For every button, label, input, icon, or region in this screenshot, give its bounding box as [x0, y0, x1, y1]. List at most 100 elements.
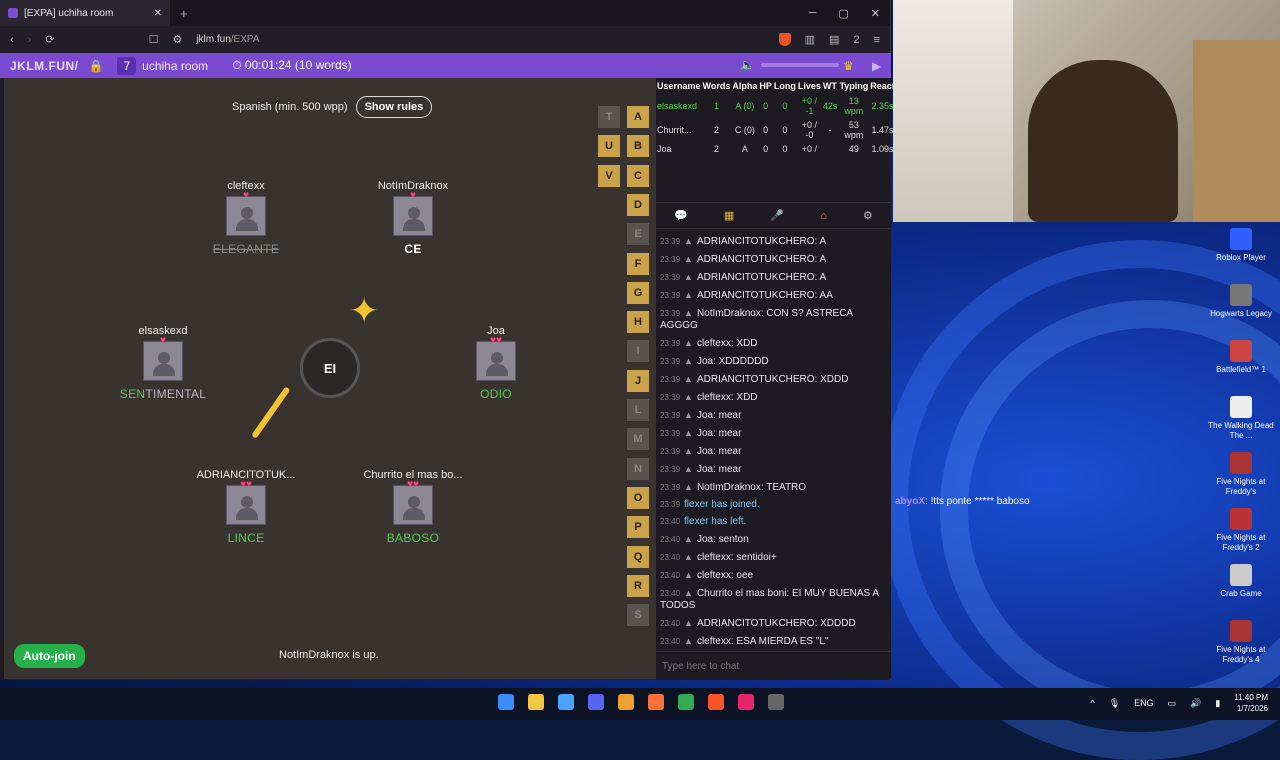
- auto-join-button[interactable]: Auto-join: [14, 644, 85, 668]
- minimize-button[interactable]: ─: [809, 7, 817, 20]
- chat-message: 23:40 ▲ ADRIANCITOTUKCHERO: XDDDD: [660, 618, 856, 629]
- crown-icon[interactable]: ♛: [843, 59, 854, 73]
- player-word: BABOSO: [386, 531, 440, 545]
- table-cell: 13 wpm: [844, 96, 864, 116]
- tab-bar: [EXPA] uchiha room ✕ + ─ ▢ ✕: [0, 0, 890, 26]
- language-indicator[interactable]: ENG: [1134, 698, 1154, 708]
- file-explorer-icon[interactable]: [528, 694, 544, 710]
- bookmark-icon[interactable]: ☐: [149, 33, 159, 46]
- menu-icon[interactable]: ≡: [874, 34, 880, 46]
- chat-message: 23:39 ▲ ADRIANCITOTUKCHERO: AA: [660, 290, 833, 301]
- game-header: JKLM.FUN/ 🔒 7 uchiha room ⏱ 00:01:24 (10…: [0, 53, 891, 78]
- firefox-icon[interactable]: [648, 694, 664, 710]
- volume-slider[interactable]: [760, 63, 839, 67]
- table-cell: 49: [848, 144, 859, 154]
- spark-icon: ✦: [349, 290, 380, 331]
- chat-tab-icon[interactable]: 💬: [674, 209, 688, 222]
- reload-icon[interactable]: ⟳: [45, 33, 54, 46]
- chat-message: 23:39 ▲ ADRIANCITOTUKCHERO: A: [660, 254, 827, 265]
- chat-message: 23:39 ▲ Joa: mear: [660, 446, 742, 457]
- letter-r: R: [627, 574, 649, 597]
- player-word: ELEGANTE: [212, 242, 280, 256]
- desktop-icon[interactable]: Roblox Player: [1205, 228, 1277, 276]
- tab-title: [EXPA] uchiha room: [24, 7, 114, 19]
- tiktok-icon[interactable]: [738, 694, 754, 710]
- room-tab-icon[interactable]: ⌂: [820, 210, 827, 222]
- discord-icon[interactable]: [588, 694, 604, 710]
- wallet-icon[interactable]: ▤: [829, 33, 839, 46]
- extension-badge[interactable]: 2: [853, 34, 859, 46]
- forward-icon[interactable]: ›: [28, 34, 32, 46]
- collapse-icon[interactable]: ▶: [872, 59, 881, 73]
- brand-logo[interactable]: JKLM.FUN/: [0, 59, 89, 73]
- chat-message: 23:39 ▲ Joa: mear: [660, 428, 742, 439]
- webcam-overlay: [893, 0, 1280, 222]
- sidebar-icon[interactable]: ▥: [805, 33, 815, 46]
- chat-message: 23:40 flexer has left.: [660, 516, 747, 527]
- letter-u: U: [598, 135, 620, 158]
- chat-message: 23:39 ▲ cleftexx: XDD: [660, 338, 758, 349]
- turn-status: NotImDraknox is up.: [279, 649, 379, 661]
- new-tab-button[interactable]: +: [180, 6, 188, 21]
- desktop-icon[interactable]: Five Nights at Freddy's: [1205, 452, 1277, 500]
- letter-c: C: [627, 164, 649, 187]
- player-word: SENTIMENTAL: [119, 387, 207, 401]
- desktop-icon[interactable]: Hogwarts Legacy: [1205, 284, 1277, 332]
- bomb: EI: [300, 338, 360, 398]
- chevron-up-icon[interactable]: ^: [1090, 698, 1094, 708]
- volume-control[interactable]: 🔈: [740, 58, 840, 72]
- obs-icon[interactable]: [768, 694, 784, 710]
- table-cell: 53 wpm: [844, 120, 864, 140]
- table-cell: 1.09s: [871, 144, 894, 154]
- back-icon[interactable]: ‹: [10, 34, 14, 46]
- chat-input[interactable]: Type here to chat: [656, 651, 891, 679]
- close-tab-icon[interactable]: ✕: [154, 8, 162, 19]
- app-icon[interactable]: [618, 694, 634, 710]
- table-cell: A (0): [735, 101, 755, 111]
- clock[interactable]: 11:40 PM 1/7/2026: [1234, 692, 1268, 714]
- desktop-icon[interactable]: Five Nights at Freddy's 4: [1205, 620, 1277, 668]
- maximize-button[interactable]: ▢: [838, 7, 848, 20]
- photos-icon[interactable]: [558, 694, 574, 710]
- letter-b: B: [627, 135, 649, 158]
- window-close-button[interactable]: ✕: [871, 7, 880, 20]
- column-header: React: [870, 81, 895, 91]
- network-icon[interactable]: ▭: [1168, 698, 1177, 709]
- address-bar: ‹ › ⟳ ☐ ⚙ jklm.fun/EXPA ▥ ▤ 2 ≡: [0, 26, 890, 53]
- show-rules-button[interactable]: Show rules: [355, 96, 433, 118]
- desktop-icon[interactable]: The Walking Dead The ...: [1205, 396, 1277, 444]
- table-row: elsaskexd 1 A (0) 0 0 +0 / -1 42s 13 wpm 2.35s: [656, 94, 896, 118]
- brave-icon[interactable]: [708, 694, 724, 710]
- players-tab-icon[interactable]: ▦: [724, 209, 734, 222]
- stream-chat-overlay: abyoX: !tts ponte ***** baboso: [895, 496, 1030, 507]
- table-row: Joa 2 A 0 0 +0 / 49 1.09s: [656, 142, 896, 156]
- side-tabs: 💬 ▦ 🎤 ⌂ ⚙: [656, 203, 891, 229]
- brave-shield-icon[interactable]: [778, 33, 791, 46]
- site-info-icon[interactable]: ⚙: [172, 33, 182, 46]
- speaker-icon[interactable]: 🔈: [740, 58, 755, 72]
- player-card: elsaskexd ♥ SENTIMENTAL: [88, 325, 238, 401]
- table-cell: Joa: [657, 144, 672, 154]
- mic-icon[interactable]: 🎙: [1109, 698, 1120, 709]
- settings-tab-icon[interactable]: ⚙: [863, 209, 873, 222]
- battery-icon[interactable]: ▮: [1215, 698, 1220, 709]
- player-count: 7: [117, 56, 137, 75]
- hearts-icon: ♥♥: [490, 335, 502, 346]
- hearts-icon: ♥: [160, 335, 166, 346]
- column-header: Username: [657, 81, 701, 91]
- hearts-icon: ♥♥: [240, 479, 252, 490]
- letter-t: T: [598, 106, 620, 128]
- chrome-icon[interactable]: [678, 694, 694, 710]
- letter-g: G: [627, 281, 649, 304]
- desktop-icon[interactable]: Five Nights at Freddy's 2: [1205, 508, 1277, 556]
- browser-tab[interactable]: [EXPA] uchiha room ✕: [0, 0, 170, 26]
- mic-tab-icon[interactable]: 🎤: [770, 209, 784, 222]
- url-field[interactable]: jklm.fun/EXPA: [196, 34, 259, 45]
- desktop-icon[interactable]: Crab Game: [1205, 564, 1277, 612]
- player-card: NotImDraknox ♥ CE: [338, 180, 488, 256]
- room-name: uchiha room: [142, 58, 209, 73]
- chat-message: 23:39 ▲ NotImDraknox: CON S? ASTRECA AGGGG: [660, 308, 853, 331]
- desktop-icon[interactable]: Battlefield™ 1: [1205, 340, 1277, 388]
- volume-icon[interactable]: 🔊: [1190, 698, 1201, 709]
- start-icon[interactable]: [498, 694, 514, 710]
